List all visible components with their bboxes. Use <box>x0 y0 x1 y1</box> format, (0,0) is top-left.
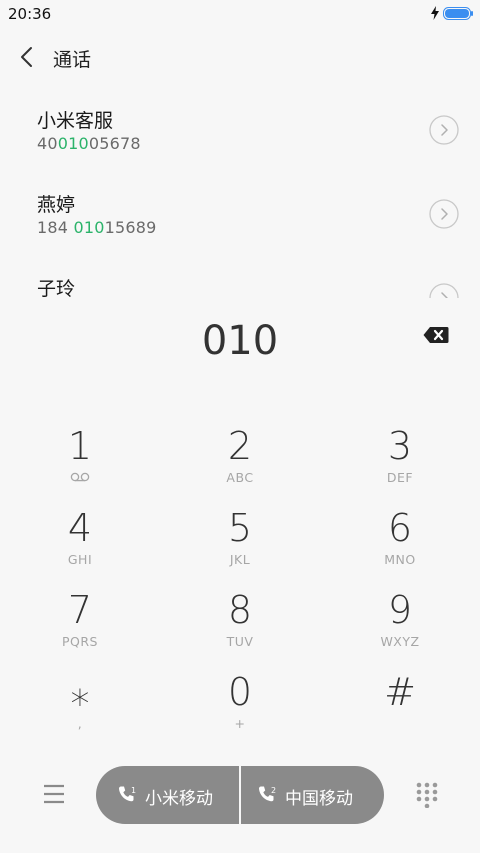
dialpad-icon[interactable] <box>416 782 438 808</box>
contact-detail-icon[interactable] <box>429 115 459 145</box>
key-0[interactable]: 0 + <box>160 660 320 742</box>
contact-number: 4001005678 <box>37 134 141 153</box>
key-6[interactable]: 6 MNO <box>320 496 480 578</box>
battery-icon <box>443 7 473 20</box>
svg-text:1: 1 <box>131 786 136 795</box>
phone-sim1-icon: 1 <box>118 786 136 802</box>
contact-result-item[interactable]: 小米客服 4001005678 <box>0 88 480 172</box>
key-2[interactable]: 2 ABC <box>160 414 320 496</box>
contact-detail-icon[interactable] <box>429 199 459 229</box>
contact-results-list: 小米客服 4001005678 燕婷 184 01015689 子玲 <box>0 88 480 298</box>
key-4[interactable]: 4 GHI <box>0 496 160 578</box>
contact-name: 小米客服 <box>37 110 114 132</box>
key-star[interactable]: ⁎ , <box>0 660 160 742</box>
status-time: 20:36 <box>8 5 52 23</box>
sim2-label: 中国移动 <box>285 789 353 809</box>
phone-sim2-icon: 2 <box>258 786 276 802</box>
key-3[interactable]: 3 DEF <box>320 414 480 496</box>
key-5[interactable]: 5 JKL <box>160 496 320 578</box>
call-sim1-button[interactable]: 1 小米移动 <box>96 766 239 824</box>
contact-number: 184 01015689 <box>37 218 157 237</box>
call-sim2-button[interactable]: 2 中国移动 <box>241 766 384 824</box>
key-hash[interactable]: # <box>320 660 480 742</box>
contact-name: 燕婷 <box>37 194 76 216</box>
dialed-number-display[interactable]: 010 <box>0 318 480 364</box>
voicemail-icon <box>70 472 90 482</box>
backspace-icon[interactable] <box>423 326 449 344</box>
sim1-label: 小米移动 <box>145 789 213 809</box>
contact-name: 子玲 <box>37 278 76 298</box>
number-match-highlight: 010 <box>73 218 105 237</box>
contact-result-item[interactable]: 燕婷 184 01015689 <box>0 172 480 256</box>
menu-icon[interactable] <box>42 782 66 806</box>
contact-result-item[interactable]: 子玲 <box>0 256 480 298</box>
bottom-action-bar: 1 小米移动 2 中国移动 <box>0 764 480 826</box>
page-title: 通话 <box>53 49 92 71</box>
contact-detail-icon[interactable] <box>429 283 459 298</box>
svg-text:2: 2 <box>271 786 276 795</box>
key-9[interactable]: 9 WXYZ <box>320 578 480 660</box>
back-icon[interactable] <box>16 45 40 69</box>
dual-sim-call-buttons: 1 小米移动 2 中国移动 <box>96 766 384 824</box>
title-bar: 通话 <box>0 36 480 80</box>
key-8[interactable]: 8 TUV <box>160 578 320 660</box>
number-match-highlight: 010 <box>57 134 89 153</box>
status-bar: 20:36 <box>0 0 480 28</box>
key-7[interactable]: 7 PQRS <box>0 578 160 660</box>
key-1[interactable]: 1 <box>0 414 160 496</box>
charging-icon <box>431 6 439 20</box>
